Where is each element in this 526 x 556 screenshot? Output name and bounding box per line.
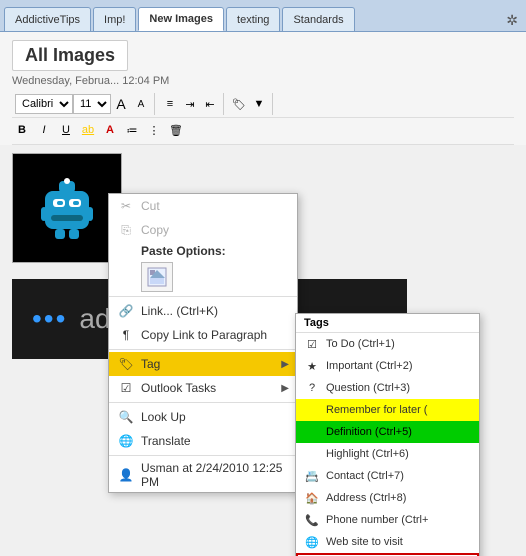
- translate-icon: 🌐: [117, 432, 135, 450]
- tab-addictive-tips[interactable]: AddictiveTips: [4, 7, 91, 31]
- tab-bar: AddictiveTips Imp! New Images texting St…: [0, 0, 526, 32]
- toolbar-row2: B I U ab A ≔ ⋮ 🗑: [12, 118, 514, 145]
- copy-icon: ⎘: [117, 221, 135, 239]
- contact-icon: 📇: [304, 468, 320, 484]
- translate-menu-item[interactable]: 🌐 Translate: [109, 429, 297, 453]
- size-select[interactable]: 11: [73, 94, 111, 114]
- highlight-icon: [304, 446, 320, 462]
- italic-btn[interactable]: I: [34, 120, 54, 140]
- website-tag-item[interactable]: 🌐 Web site to visit: [296, 531, 479, 553]
- submenu-arrow: ▶: [281, 359, 289, 370]
- copy-link-menu-item[interactable]: ¶ Copy Link to Paragraph: [109, 323, 297, 347]
- main-area: All Images Wednesday, Februa... 12:04 PM…: [0, 32, 526, 556]
- ordered-list-btn[interactable]: ⋮: [144, 120, 164, 140]
- top-section: All Images Wednesday, Februa... 12:04 PM…: [0, 32, 526, 145]
- align-list-btn[interactable]: ≡: [160, 94, 180, 114]
- definition-icon: [304, 424, 320, 440]
- cut-menu-item[interactable]: ✂ Cut: [109, 194, 297, 218]
- definition-tag-item[interactable]: Definition (Ctrl+5): [296, 421, 479, 443]
- more-btn[interactable]: ▼: [249, 94, 269, 114]
- user-icon: 👤: [117, 466, 135, 484]
- remember-tag-item[interactable]: Remember for later (: [296, 399, 479, 421]
- separator-2: [109, 349, 297, 350]
- highlight-tag-item[interactable]: Highlight (Ctrl+6): [296, 443, 479, 465]
- color-group: 🏷 ▼: [226, 93, 273, 115]
- tag-menu-icon: 🏷: [117, 355, 135, 373]
- paste-options-label: Paste Options:: [109, 242, 297, 260]
- font-grow-btn[interactable]: A: [111, 94, 131, 114]
- website-icon: 🌐: [304, 534, 320, 550]
- copy-menu-item[interactable]: ⎘ Copy: [109, 218, 297, 242]
- robot-icon: [37, 173, 97, 243]
- context-menu: ✂ Cut ⎘ Copy Paste Options: 🔗: [108, 193, 298, 493]
- tab-texting[interactable]: texting: [226, 7, 280, 31]
- highlight-color-btn[interactable]: ab: [78, 120, 98, 140]
- submenu-title: Tags: [296, 314, 479, 333]
- tab-scroll-icon[interactable]: ✲: [502, 10, 522, 31]
- todo-icon: ☑: [304, 336, 320, 352]
- contact-tag-item[interactable]: 📇 Contact (Ctrl+7): [296, 465, 479, 487]
- question-icon: ?: [304, 380, 320, 396]
- link-menu-item[interactable]: 🔗 Link... (Ctrl+K): [109, 299, 297, 323]
- question-tag-item[interactable]: ? Question (Ctrl+3): [296, 377, 479, 399]
- font-shrink-btn[interactable]: A: [131, 94, 151, 114]
- tags-submenu: Tags ☑ To Do (Ctrl+1) ★ Important (Ctrl+…: [295, 313, 480, 556]
- page-title: All Images: [12, 40, 128, 71]
- todo-tag-item[interactable]: ☑ To Do (Ctrl+1): [296, 333, 479, 355]
- link-icon: 🔗: [117, 302, 135, 320]
- tag-menu-item[interactable]: 🏷 Tag ▶: [109, 352, 297, 376]
- tag-flag-btn[interactable]: 🏷: [229, 94, 249, 114]
- font-color-btn[interactable]: A: [100, 120, 120, 140]
- toolbar-row1: Calibri 11 A A ≡ ⇥ ⇤ 🏷 ▼: [12, 91, 514, 118]
- cut-icon: ✂: [117, 197, 135, 215]
- remember-icon: [304, 402, 320, 418]
- logo-dots: •••: [32, 303, 67, 335]
- look-up-icon: 🔍: [117, 408, 135, 426]
- tab-imp[interactable]: Imp!: [93, 7, 136, 31]
- font-group: Calibri 11 A A: [12, 93, 155, 115]
- copy-link-icon: ¶: [117, 326, 135, 344]
- robot-image-panel: [12, 153, 122, 263]
- separator-1: [109, 296, 297, 297]
- outlook-tasks-menu-item[interactable]: ☑ Outlook Tasks ▶: [109, 376, 297, 400]
- address-tag-item[interactable]: 🏠 Address (Ctrl+8): [296, 487, 479, 509]
- separator-3: [109, 402, 297, 403]
- tab-new-images[interactable]: New Images: [138, 7, 224, 31]
- important-icon: ★: [304, 358, 320, 374]
- paste-image-icon: [147, 267, 167, 287]
- clear-format-btn[interactable]: 🗑: [166, 120, 186, 140]
- bold-btn[interactable]: B: [12, 120, 32, 140]
- indent-btn[interactable]: ⇥: [180, 94, 200, 114]
- tab-standards[interactable]: Standards: [282, 7, 354, 31]
- list-btn[interactable]: ≔: [122, 120, 142, 140]
- outlook-arrow: ▶: [281, 383, 289, 394]
- outdent-btn[interactable]: ⇤: [200, 94, 220, 114]
- phone-tag-item[interactable]: 📞 Phone number (Ctrl+: [296, 509, 479, 531]
- separator-4: [109, 455, 297, 456]
- phone-icon: 📞: [304, 512, 320, 528]
- paste-image-btn[interactable]: [141, 262, 173, 292]
- underline-btn[interactable]: U: [56, 120, 76, 140]
- content-body: ✂ Cut ⎘ Copy Paste Options: 🔗: [0, 145, 526, 271]
- date-time: Wednesday, Februa... 12:04 PM: [12, 75, 514, 87]
- outlook-icon: ☑: [117, 379, 135, 397]
- address-icon: 🏠: [304, 490, 320, 506]
- align-group: ≡ ⇥ ⇤: [157, 93, 224, 115]
- usman-menu-item[interactable]: 👤 Usman at 2/24/2010 12:25 PM: [109, 458, 297, 492]
- important-tag-item[interactable]: ★ Important (Ctrl+2): [296, 355, 479, 377]
- look-up-menu-item[interactable]: 🔍 Look Up: [109, 405, 297, 429]
- font-select[interactable]: Calibri: [15, 94, 73, 114]
